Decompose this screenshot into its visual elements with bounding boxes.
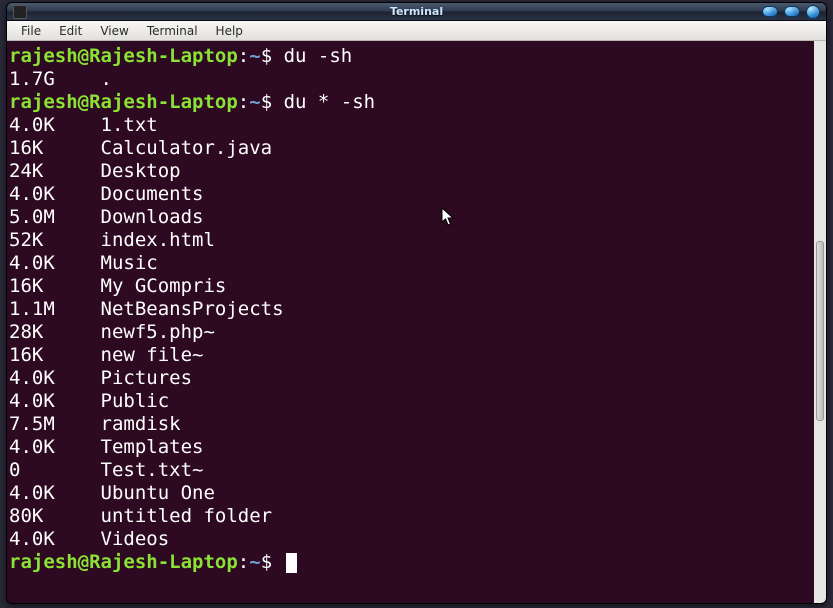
window-title: Terminal xyxy=(390,5,443,18)
text-cursor xyxy=(286,553,297,573)
window-titlebar[interactable]: Terminal xyxy=(7,3,826,21)
scrollbar-track[interactable] xyxy=(814,41,826,603)
minimize-button[interactable] xyxy=(762,6,778,17)
app-icon xyxy=(13,5,27,19)
maximize-button[interactable] xyxy=(784,6,800,17)
menu-help[interactable]: Help xyxy=(208,23,251,39)
terminal-output[interactable]: rajesh@Rajesh-Laptop:~$ du -sh 1.7G . ra… xyxy=(7,41,814,574)
scrollbar-thumb[interactable] xyxy=(816,241,824,421)
menu-file[interactable]: File xyxy=(13,23,49,39)
terminal-window: Terminal File Edit View Terminal Help ra… xyxy=(6,2,827,604)
terminal-scroll[interactable]: rajesh@Rajesh-Laptop:~$ du -sh 1.7G . ra… xyxy=(7,41,814,603)
menu-view[interactable]: View xyxy=(92,23,136,39)
titlebar-controls xyxy=(762,5,820,19)
menu-edit[interactable]: Edit xyxy=(51,23,90,39)
close-button[interactable] xyxy=(806,5,820,19)
titlebar-left xyxy=(13,5,27,19)
menu-terminal[interactable]: Terminal xyxy=(139,23,206,39)
menu-bar: File Edit View Terminal Help xyxy=(7,21,826,41)
terminal-viewport[interactable]: rajesh@Rajesh-Laptop:~$ du -sh 1.7G . ra… xyxy=(7,41,826,603)
